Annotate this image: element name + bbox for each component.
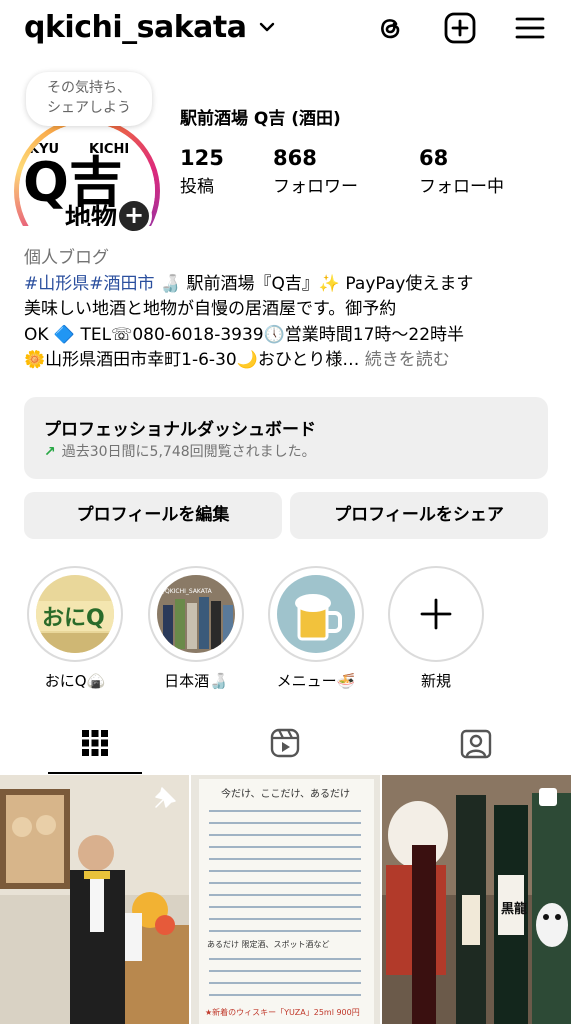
highlight-image-text: @QKICHI_SAKATA bbox=[159, 588, 213, 595]
bio-line-1: #山形県#酒田市 🍶 駅前酒場『Q吉』✨ PayPay使えます bbox=[24, 272, 554, 298]
dashboard-title: プロフェッショナルダッシュボード bbox=[44, 420, 316, 440]
followers-count: 868 bbox=[273, 146, 317, 170]
grid-post-3[interactable]: 黒龍 bbox=[382, 775, 571, 1024]
highlight-ring bbox=[268, 566, 364, 662]
bio-hashtags[interactable]: #山形県#酒田市 bbox=[24, 274, 155, 294]
highlight-sake[interactable]: @QKICHI_SAKATA 日本酒🍶 bbox=[148, 566, 244, 691]
reels-icon bbox=[270, 728, 300, 758]
add-story-plus-icon[interactable]: + bbox=[116, 198, 152, 234]
sake-label: 黒龍 bbox=[501, 901, 527, 917]
tab-reels[interactable] bbox=[190, 718, 380, 774]
avatar-text-sub: 地物 bbox=[65, 204, 117, 226]
trend-arrow-icon: ↗ bbox=[44, 444, 56, 460]
grid-post-1[interactable] bbox=[0, 775, 189, 1024]
posts-label: 投稿 bbox=[180, 177, 214, 197]
note-line-2: シェアしよう bbox=[47, 100, 131, 116]
username[interactable]: qkichi_sakata bbox=[24, 10, 247, 45]
highlight-onigiri[interactable]: おにQ おにQ🍙 bbox=[27, 566, 123, 691]
plus-icon bbox=[420, 598, 452, 630]
threads-icon[interactable] bbox=[372, 10, 408, 46]
chevron-down-icon[interactable] bbox=[258, 20, 276, 34]
menu-subheading: あるだけ 限定酒、スポット酒など bbox=[207, 939, 330, 949]
following-stat[interactable]: 68 フォロー中 bbox=[419, 146, 504, 197]
edit-profile-button[interactable]: プロフィールを編集 bbox=[24, 492, 282, 539]
highlight-label: おにQ🍙 bbox=[44, 672, 106, 690]
active-tab-indicator bbox=[48, 772, 142, 774]
multiple-photos-icon bbox=[539, 788, 557, 806]
note-line-1: その気持ち、 bbox=[47, 80, 131, 96]
menu-footer: ★新着のウィスキー「YUZA」25ml 900円 bbox=[205, 1007, 360, 1017]
following-label: フォロー中 bbox=[419, 177, 504, 197]
followers-label: フォロワー bbox=[273, 177, 358, 197]
professional-dashboard[interactable]: プロフェッショナルダッシュボード ↗ 過去30日間に5,748回閲覧されました。 bbox=[24, 397, 548, 479]
dashboard-subtitle: ↗ 過去30日間に5,748回閲覧されました。 bbox=[44, 441, 316, 461]
share-profile-button[interactable]: プロフィールをシェア bbox=[290, 492, 548, 539]
profile-tabs bbox=[0, 718, 571, 774]
bio: 個人ブログ #山形県#酒田市 🍶 駅前酒場『Q吉』✨ PayPay使えます 美味… bbox=[24, 246, 554, 374]
highlight-label: 日本酒🍶 bbox=[164, 672, 228, 690]
tagged-icon bbox=[460, 729, 492, 759]
highlight-label: 新規 bbox=[420, 672, 451, 690]
bio-line-4: 🌼山形県酒田市幸町1-6-30🌙おひとり様… 続きを読む bbox=[24, 348, 554, 374]
display-name: 駅前酒場 Q吉 (酒田) bbox=[180, 109, 341, 129]
bio-category: 個人ブログ bbox=[24, 248, 109, 268]
highlight-ring bbox=[388, 566, 484, 662]
post-grid: 今だけ、ここだけ、あるだけ あるだけ 限定酒、スポット酒など ★新着のウィスキー… bbox=[0, 775, 571, 1024]
bio-line-2: 美味しい地酒と地物が自慢の居酒屋です。御予約 bbox=[24, 299, 397, 319]
bio-line-4-text: 🌼山形県酒田市幸町1-6-30🌙おひとり様… bbox=[24, 350, 360, 370]
menu-heading: 今だけ、ここだけ、あるだけ bbox=[221, 787, 350, 800]
highlight-ring: @QKICHI_SAKATA bbox=[148, 566, 244, 662]
beer-mug-icon bbox=[277, 575, 355, 653]
highlight-new[interactable]: 新規 bbox=[388, 566, 484, 691]
menu-icon[interactable] bbox=[512, 10, 548, 46]
post-photo: 今だけ、ここだけ、あるだけ あるだけ 限定酒、スポット酒など ★新着のウィスキー… bbox=[191, 775, 380, 1024]
highlight-image: @QKICHI_SAKATA bbox=[157, 575, 235, 653]
highlight-image: おにQ bbox=[36, 575, 114, 653]
dashboard-views-text: 過去30日間に5,748回閲覧されました。 bbox=[61, 444, 316, 460]
posts-count: 125 bbox=[180, 146, 224, 170]
highlight-menu[interactable]: メニュー🍜 bbox=[268, 566, 364, 691]
post-photo: 黒龍 bbox=[382, 775, 571, 1024]
new-post-icon[interactable] bbox=[442, 10, 478, 46]
grid-icon bbox=[82, 730, 108, 756]
pin-icon bbox=[155, 787, 176, 808]
posts-stat[interactable]: 125 投稿 bbox=[180, 146, 224, 197]
highlight-image bbox=[277, 575, 355, 653]
following-count: 68 bbox=[419, 146, 449, 170]
highlight-ring: おにQ bbox=[27, 566, 123, 662]
tab-grid[interactable] bbox=[0, 718, 190, 774]
followers-stat[interactable]: 868 フォロワー bbox=[273, 146, 358, 197]
post-photo bbox=[0, 775, 189, 1024]
bio-line-3: OK 🔷 TEL☏080-6018-3939🕔営業時間17時〜22時半 bbox=[24, 324, 465, 345]
read-more-link[interactable]: 続きを読む bbox=[359, 350, 450, 370]
highlight-label: メニュー🍜 bbox=[276, 672, 356, 690]
grid-post-2[interactable]: 今だけ、ここだけ、あるだけ あるだけ 限定酒、スポット酒など ★新着のウィスキー… bbox=[191, 775, 380, 1024]
highlight-image-text: おにQ bbox=[42, 606, 105, 631]
bio-line-1-text: 🍶 駅前酒場『Q吉』✨ PayPay使えます bbox=[154, 273, 474, 294]
tab-tagged[interactable] bbox=[381, 718, 571, 774]
note-bubble[interactable]: その気持ち、 シェアしよう bbox=[26, 72, 152, 126]
top-bar: qkichi_sakata bbox=[0, 0, 571, 62]
